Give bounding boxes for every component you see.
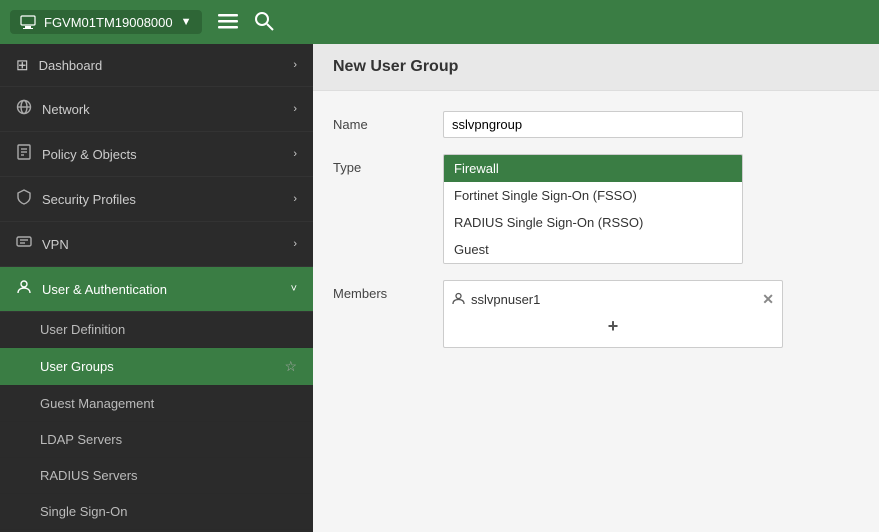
device-chevron: ▼: [181, 16, 192, 28]
sidebar-subitem-ldap-servers[interactable]: LDAP Servers: [0, 422, 313, 458]
add-member-button[interactable]: +: [452, 312, 774, 341]
members-label: Members: [333, 280, 443, 301]
chevron-policy: ›: [293, 148, 297, 160]
sidebar-subitem-user-definition[interactable]: User Definition: [0, 312, 313, 348]
subitem-label-single-sign-on: Single Sign-On: [40, 504, 297, 519]
remove-member-button[interactable]: ✕: [762, 291, 774, 308]
sidebar-item-network[interactable]: Network ›: [0, 87, 313, 132]
type-field: Firewall Fortinet Single Sign-On (FSSO) …: [443, 154, 859, 264]
star-icon[interactable]: ☆: [284, 358, 297, 375]
user-icon: [452, 292, 465, 308]
main-layout: ⊞ Dashboard › Network ›: [0, 44, 879, 532]
sidebar-label-network: Network: [42, 102, 293, 117]
sidebar-subitem-user-groups[interactable]: User Groups ☆: [0, 348, 313, 386]
device-selector[interactable]: FGVM01TM19008000 ▼: [10, 10, 202, 34]
menu-icon: [218, 11, 238, 31]
dashboard-icon: ⊞: [16, 56, 29, 74]
sidebar-label-policy: Policy & Objects: [42, 147, 293, 162]
sidebar: ⊞ Dashboard › Network ›: [0, 44, 313, 532]
chevron-network: ›: [293, 103, 297, 115]
type-label: Type: [333, 154, 443, 175]
sidebar-label-dashboard: Dashboard: [39, 58, 294, 73]
policy-icon: [16, 144, 32, 164]
sidebar-subitem-guest-management[interactable]: Guest Management: [0, 386, 313, 422]
subitem-label-user-definition: User Definition: [40, 322, 297, 337]
subitem-label-user-groups: User Groups: [40, 359, 276, 374]
form-row-type: Type Firewall Fortinet Single Sign-On (F…: [333, 154, 859, 264]
device-name: FGVM01TM19008000: [44, 15, 173, 30]
sidebar-item-dashboard[interactable]: ⊞ Dashboard ›: [0, 44, 313, 87]
type-option-rsso[interactable]: RADIUS Single Sign-On (RSSO): [444, 209, 742, 236]
search-icon[interactable]: [254, 11, 274, 34]
members-box: sslvpnuser1 ✕ +: [443, 280, 783, 348]
form-row-members: Members sslvpnuser1 ✕: [333, 280, 859, 348]
members-field: sslvpnuser1 ✕ +: [443, 280, 859, 348]
subitem-label-radius-servers: RADIUS Servers: [40, 468, 297, 483]
sidebar-item-user-auth[interactable]: User & Authentication ˅: [0, 267, 313, 312]
sidebar-subitem-single-sign-on[interactable]: Single Sign-On: [0, 494, 313, 530]
form-row-name: Name: [333, 111, 859, 138]
hamburger-icon[interactable]: [218, 11, 238, 34]
member-name: sslvpnuser1: [471, 292, 756, 307]
sidebar-subitem-radius-servers[interactable]: RADIUS Servers: [0, 458, 313, 494]
chevron-dashboard: ›: [293, 59, 297, 71]
network-icon: [16, 99, 32, 119]
type-option-fsso[interactable]: Fortinet Single Sign-On (FSSO): [444, 182, 742, 209]
type-dropdown[interactable]: Firewall Fortinet Single Sign-On (FSSO) …: [443, 154, 743, 264]
sidebar-label-security: Security Profiles: [42, 192, 293, 207]
security-icon: [16, 189, 32, 209]
subitem-label-guest-management: Guest Management: [40, 396, 297, 411]
type-option-guest[interactable]: Guest: [444, 236, 742, 263]
chevron-vpn: ›: [293, 238, 297, 250]
chevron-security: ›: [293, 193, 297, 205]
search-svg: [254, 11, 274, 31]
content-area: New User Group Name Type Firewall Fortin…: [313, 44, 879, 532]
vpn-icon: [16, 234, 32, 254]
subitem-label-ldap-servers: LDAP Servers: [40, 432, 297, 447]
type-option-firewall[interactable]: Firewall: [444, 155, 742, 182]
topbar: FGVM01TM19008000 ▼: [0, 0, 879, 44]
page-title: New User Group: [313, 44, 879, 91]
sidebar-label-vpn: VPN: [42, 237, 293, 252]
content-body: Name Type Firewall Fortinet Single Sign-…: [313, 91, 879, 532]
sidebar-item-vpn[interactable]: VPN ›: [0, 222, 313, 267]
name-label: Name: [333, 111, 443, 132]
member-item: sslvpnuser1 ✕: [452, 287, 774, 312]
chevron-user-auth: ˅: [291, 283, 297, 295]
sidebar-label-user-auth: User & Authentication: [42, 282, 291, 297]
sidebar-item-security[interactable]: Security Profiles ›: [0, 177, 313, 222]
name-input[interactable]: [443, 111, 743, 138]
device-icon: [20, 14, 36, 30]
sidebar-item-policy[interactable]: Policy & Objects ›: [0, 132, 313, 177]
name-field: [443, 111, 859, 138]
user-auth-icon: [16, 279, 32, 299]
